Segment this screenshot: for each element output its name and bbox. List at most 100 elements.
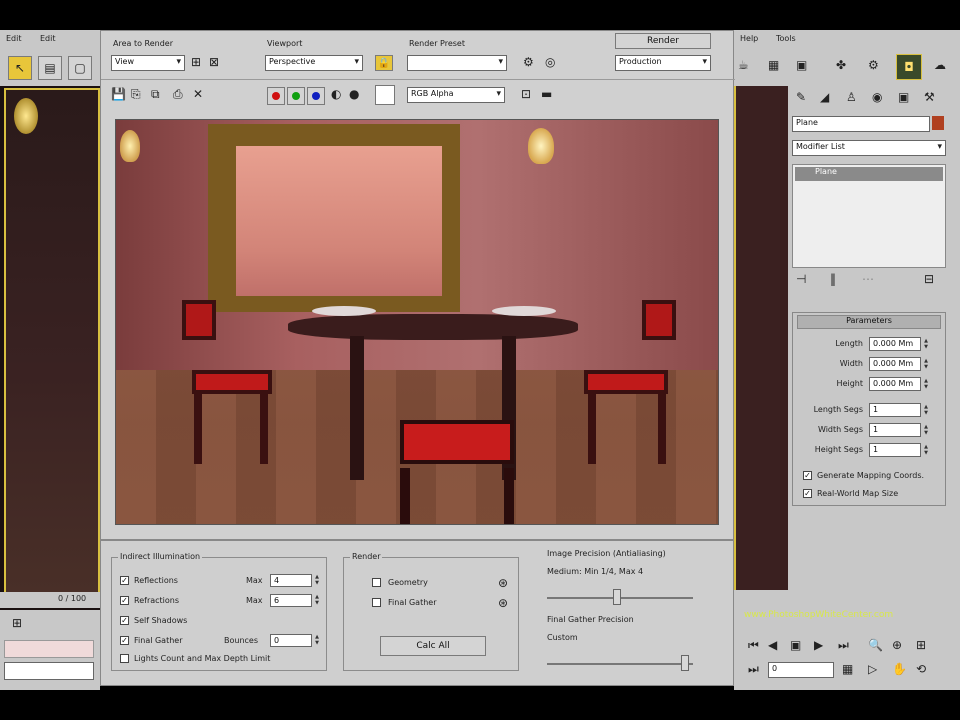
render-setup-small-icon[interactable]: ⚙ bbox=[523, 55, 534, 69]
stack-item-selected[interactable]: Plane bbox=[795, 167, 943, 181]
configure-sets-icon[interactable]: ⊟ bbox=[924, 272, 934, 286]
menu-help[interactable]: Help bbox=[740, 34, 758, 43]
render-button[interactable]: Render bbox=[615, 33, 711, 49]
timeline-track[interactable] bbox=[4, 640, 94, 658]
save-image-icon[interactable]: 💾 bbox=[111, 87, 126, 101]
geometry-checkbox[interactable] bbox=[372, 578, 381, 587]
lights-depth-checkbox[interactable] bbox=[120, 654, 129, 663]
real-world-checkbox[interactable]: ✓ bbox=[803, 489, 812, 498]
production-dropdown[interactable]: Production bbox=[615, 55, 711, 71]
seg-width-spinner[interactable]: ▲ ▼ bbox=[923, 424, 929, 436]
max1-spinner[interactable]: ▲ ▼ bbox=[314, 574, 320, 586]
render-frame-button[interactable]: ◘ bbox=[896, 54, 922, 80]
seg-length-spinner[interactable]: ▲ ▼ bbox=[923, 404, 929, 416]
gen-mapping-checkbox[interactable]: ✓ bbox=[803, 471, 812, 480]
key-icon[interactable]: ⊞ bbox=[12, 616, 22, 630]
lock-fg-icon[interactable]: ⊛ bbox=[498, 596, 508, 610]
next-frame-icon[interactable]: ▶ bbox=[814, 638, 823, 652]
frame-field[interactable]: 0 bbox=[768, 662, 834, 678]
toggle-ui-icon[interactable]: ⊡ bbox=[521, 87, 531, 101]
param-width-field[interactable]: 0.000 Mm bbox=[869, 357, 921, 371]
max1-field[interactable]: 4 bbox=[270, 574, 312, 587]
render-setup-icon[interactable]: ⚙ bbox=[868, 58, 879, 72]
max2-field[interactable]: 6 bbox=[270, 594, 312, 607]
param-width-spinner[interactable]: ▲ ▼ bbox=[923, 358, 929, 370]
final-gather-checkbox[interactable]: ✓ bbox=[120, 636, 129, 645]
create-tab-icon[interactable]: ✎ bbox=[796, 90, 806, 104]
seg-height-spinner[interactable]: ▲ ▼ bbox=[923, 444, 929, 456]
prev-frame-icon[interactable]: ◀ bbox=[768, 638, 777, 652]
param-length-field[interactable]: 0.000 Mm bbox=[869, 337, 921, 351]
material-editor-icon[interactable]: ✤ bbox=[836, 58, 846, 72]
seg-length-field[interactable]: 1 bbox=[869, 403, 921, 417]
zoom-all-icon[interactable]: ⊕ bbox=[892, 638, 902, 652]
orbit-icon[interactable]: ⟲ bbox=[916, 662, 926, 676]
seg-width-field[interactable]: 1 bbox=[869, 423, 921, 437]
goto-end-icon[interactable]: ⏭ bbox=[838, 638, 849, 653]
clone-window-icon[interactable]: ⧉ bbox=[151, 87, 160, 102]
precision-slider-thumb[interactable] bbox=[613, 589, 621, 605]
time-config-icon[interactable]: ▦ bbox=[842, 662, 853, 676]
make-unique-icon[interactable]: ⋯ bbox=[862, 272, 874, 286]
calc-all-button[interactable]: Calc All bbox=[380, 636, 486, 656]
fg-slider-track[interactable] bbox=[547, 663, 693, 665]
lock-viewport-button[interactable]: 🔒 bbox=[375, 55, 393, 71]
modifier-stack[interactable]: Plane bbox=[792, 164, 946, 268]
utilities-tab-icon[interactable]: ⚒ bbox=[924, 90, 935, 104]
hierarchy-tab-icon[interactable]: ♙ bbox=[846, 90, 857, 104]
self-shadows-checkbox[interactable]: ✓ bbox=[120, 616, 129, 625]
viewport-dropdown[interactable]: Perspective bbox=[265, 55, 363, 71]
fov-icon[interactable]: ▷ bbox=[868, 662, 877, 676]
motion-tab-icon[interactable]: ◉ bbox=[872, 90, 882, 104]
env-icon[interactable]: ◎ bbox=[545, 55, 555, 69]
schematic-icon[interactable]: ▣ bbox=[796, 58, 807, 72]
left-menu-edit-2[interactable]: Edit bbox=[40, 34, 56, 43]
auto-region-icon[interactable]: ⊠ bbox=[209, 55, 219, 69]
area-dropdown[interactable]: View bbox=[111, 55, 185, 71]
left-menu-edit[interactable]: Edit bbox=[6, 34, 22, 43]
goto-start-icon[interactable]: ⏮ bbox=[748, 638, 759, 653]
display-icon[interactable]: ▬ bbox=[541, 87, 552, 101]
edit-region-icon[interactable]: ⊞ bbox=[191, 55, 201, 69]
frame-tool-button[interactable]: ▢ bbox=[68, 56, 92, 80]
preset-dropdown[interactable] bbox=[407, 55, 507, 71]
modifier-list-dropdown[interactable]: Modifier List bbox=[792, 140, 946, 156]
swatch-white[interactable] bbox=[375, 85, 395, 105]
max2-spinner[interactable]: ▲ ▼ bbox=[314, 594, 320, 606]
left-viewport[interactable] bbox=[4, 88, 100, 608]
object-color-swatch[interactable] bbox=[932, 116, 944, 130]
zoom-icon[interactable]: 🔍 bbox=[868, 638, 883, 652]
bounces-field[interactable]: 0 bbox=[270, 634, 312, 647]
lock-geometry-icon[interactable]: ⊛ bbox=[498, 576, 508, 590]
alpha-channel-icon[interactable]: ◐ bbox=[331, 87, 341, 101]
channel-dropdown[interactable]: RGB Alpha bbox=[407, 87, 505, 103]
seg-height-field[interactable]: 1 bbox=[869, 443, 921, 457]
grid-icon[interactable]: ▦ bbox=[768, 58, 779, 72]
reflections-checkbox[interactable]: ✓ bbox=[120, 576, 129, 585]
clear-icon[interactable]: ✕ bbox=[193, 87, 203, 101]
show-end-result-icon[interactable]: ‖ bbox=[830, 272, 836, 286]
bounces-spinner[interactable]: ▲ ▼ bbox=[314, 634, 320, 646]
blue-channel-toggle[interactable] bbox=[307, 87, 325, 105]
quick-render-icon[interactable]: ☁ bbox=[934, 58, 946, 72]
param-height-field[interactable]: 0.000 Mm bbox=[869, 377, 921, 391]
green-channel-toggle[interactable] bbox=[287, 87, 305, 105]
select-tool-button[interactable]: ↖ bbox=[8, 56, 32, 80]
play-icon[interactable]: ▣ bbox=[790, 638, 801, 652]
rollout-header[interactable]: Parameters bbox=[797, 315, 941, 329]
refractions-checkbox[interactable]: ✓ bbox=[120, 596, 129, 605]
red-channel-toggle[interactable] bbox=[267, 87, 285, 105]
key-mode-icon[interactable]: ⏭ bbox=[748, 662, 759, 677]
reuse-final-gather-checkbox[interactable] bbox=[372, 598, 381, 607]
fg-slider-thumb[interactable] bbox=[681, 655, 689, 671]
zoom-extents-icon[interactable]: ⊞ bbox=[916, 638, 926, 652]
display-tab-icon[interactable]: ▣ bbox=[898, 90, 909, 104]
object-name-field[interactable]: Plane bbox=[792, 116, 930, 132]
pan-icon[interactable]: ✋ bbox=[892, 662, 907, 676]
left-time-field[interactable] bbox=[4, 662, 94, 680]
mono-icon[interactable]: ● bbox=[349, 87, 359, 101]
param-length-spinner[interactable]: ▲ ▼ bbox=[923, 338, 929, 350]
print-icon[interactable]: ⎙ bbox=[173, 87, 183, 102]
copy-image-icon[interactable]: ⎘ bbox=[131, 87, 141, 102]
param-height-spinner[interactable]: ▲ ▼ bbox=[923, 378, 929, 390]
